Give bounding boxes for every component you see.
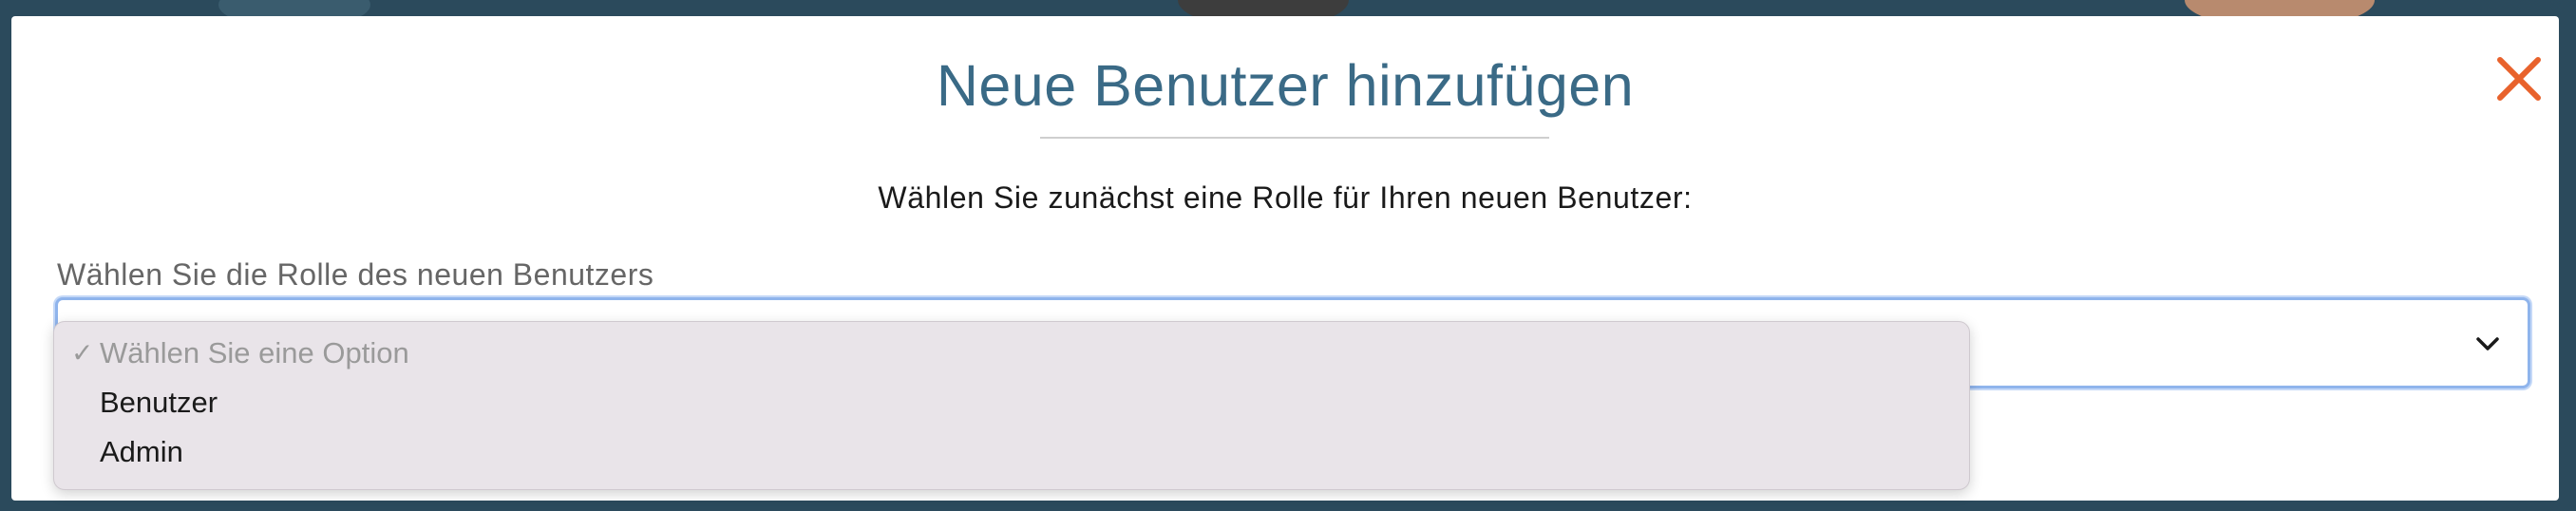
close-icon: [2497, 57, 2541, 101]
close-button[interactable]: [2492, 52, 2546, 105]
role-option-benutzer[interactable]: Benutzer: [54, 379, 1969, 426]
add-user-dialog: Neue Benutzer hinzufügen Wählen Sie zunä…: [11, 16, 2559, 501]
checkmark-icon: ✓: [71, 338, 94, 368]
option-label: Admin: [100, 435, 183, 468]
option-label: Benutzer: [100, 386, 218, 419]
dialog-title: Neue Benutzer hinzufügen: [936, 53, 1635, 118]
role-dropdown-menu: ✓ Wählen Sie eine Option Benutzer Admin: [53, 321, 1970, 490]
role-field-label: Wählen Sie die Rolle des neuen Benutzers: [57, 257, 654, 292]
instruction-text: Wählen Sie zunächst eine Rolle für Ihren…: [878, 180, 1693, 215]
chevron-down-icon: [2476, 337, 2499, 350]
role-option-admin[interactable]: Admin: [54, 428, 1969, 476]
role-option-placeholder[interactable]: ✓ Wählen Sie eine Option: [54, 330, 1969, 377]
option-label: Wählen Sie eine Option: [100, 336, 409, 369]
title-divider: [1040, 137, 1549, 139]
